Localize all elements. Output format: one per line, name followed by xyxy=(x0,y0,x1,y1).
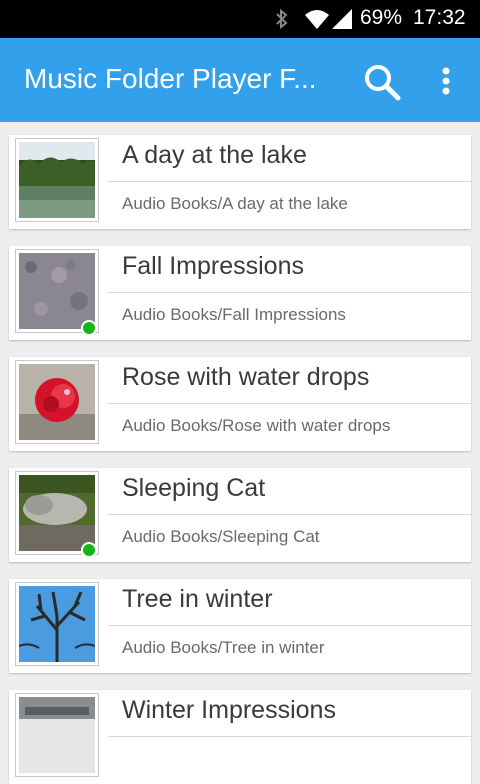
wifi-icon xyxy=(305,10,329,29)
divider xyxy=(108,403,471,404)
folder-path: Audio Books/Tree in winter xyxy=(122,638,325,657)
app-title: Music Folder Player F... xyxy=(24,63,317,94)
winter-thumbnail-image xyxy=(19,697,95,773)
folder-thumbnail xyxy=(15,360,99,444)
folder-thumbnail xyxy=(15,693,99,777)
bluetooth-icon xyxy=(276,8,288,30)
folder-name: Tree in winter xyxy=(122,585,273,613)
status-bar: 69% 17:32 xyxy=(0,0,480,38)
list-item[interactable]: Fall Impressions Audio Books/Fall Impres… xyxy=(9,246,471,340)
folder-name: A day at the lake xyxy=(122,141,307,169)
list-item[interactable]: Sleeping Cat Audio Books/Sleeping Cat xyxy=(9,468,471,562)
rose-thumbnail-image xyxy=(19,364,95,440)
cat-thumbnail-image xyxy=(19,475,95,551)
divider xyxy=(108,625,471,626)
app-bar: Music Folder Player F... xyxy=(0,38,480,122)
folder-thumbnail xyxy=(15,138,99,222)
played-indicator xyxy=(81,320,97,336)
played-indicator xyxy=(81,542,97,558)
overflow-menu-icon[interactable] xyxy=(432,62,460,102)
folder-name: Sleeping Cat xyxy=(122,474,266,502)
divider xyxy=(108,181,471,182)
battery-level: 69% xyxy=(360,6,403,29)
folder-path: Audio Books/A day at the lake xyxy=(122,194,348,213)
signal-icon xyxy=(332,9,352,29)
divider xyxy=(108,514,471,515)
list-item[interactable]: Rose with water drops Audio Books/Rose w… xyxy=(9,357,471,451)
folder-name: Fall Impressions xyxy=(122,252,304,280)
folder-path: Audio Books/Rose with water drops xyxy=(122,416,391,435)
clock: 17:32 xyxy=(413,6,466,29)
folder-name: Rose with water drops xyxy=(122,363,370,391)
fall-thumbnail-image xyxy=(19,253,95,329)
divider xyxy=(108,736,471,737)
tree-thumbnail-image xyxy=(19,586,95,662)
search-icon[interactable] xyxy=(362,62,402,102)
folder-path: Audio Books/Sleeping Cat xyxy=(122,527,320,546)
list-item[interactable]: A day at the lake Audio Books/A day at t… xyxy=(9,135,471,229)
list-item[interactable]: Tree in winter Audio Books/Tree in winte… xyxy=(9,579,471,673)
list-item[interactable]: Winter Impressions xyxy=(9,690,471,784)
lake-thumbnail-image xyxy=(19,142,95,218)
folder-path: Audio Books/Fall Impressions xyxy=(122,305,346,324)
divider xyxy=(108,292,471,293)
folder-name: Winter Impressions xyxy=(122,696,336,724)
folder-thumbnail xyxy=(15,582,99,666)
